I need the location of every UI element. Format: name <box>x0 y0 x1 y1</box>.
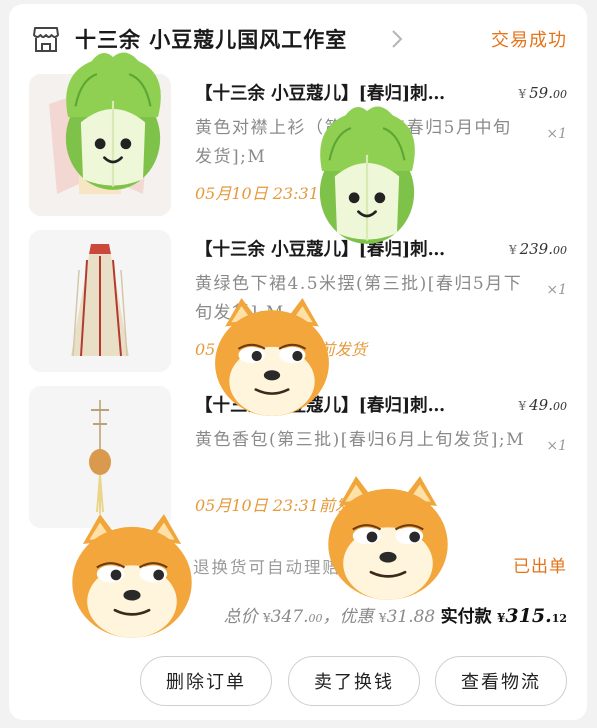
separator: ， <box>322 607 340 627</box>
discount-label: 优惠 <box>339 607 374 627</box>
product-price: ¥49.00 <box>519 396 568 414</box>
price-int: 59. <box>529 84 553 102</box>
price-int: 239. <box>519 240 553 258</box>
total-dec: 00 <box>308 612 323 625</box>
discount-currency: ¥ <box>378 611 387 625</box>
chevron-right-icon[interactable] <box>390 28 404 50</box>
cabbage-sticker <box>318 105 417 246</box>
product-image[interactable] <box>29 386 171 528</box>
paid-int: 315. <box>505 605 552 627</box>
currency-symbol: ¥ <box>508 243 517 257</box>
product-price: ¥59.00 <box>519 84 568 102</box>
doge-sticker <box>213 296 331 418</box>
total-currency: ¥ <box>263 611 271 625</box>
doge-sticker <box>70 512 194 640</box>
product-qty: ×1 <box>546 282 567 298</box>
price-dec: 00 <box>553 244 567 257</box>
doge-sticker <box>326 474 450 602</box>
paid-dec: 12 <box>551 612 567 625</box>
view-logistics-button[interactable]: 查看物流 <box>435 656 567 706</box>
currency-symbol: ¥ <box>518 87 527 101</box>
order-totals: 总价 ¥347.00，优惠 ¥31.88 实付款 ¥315.12 <box>224 602 567 627</box>
product-qty: ×1 <box>546 126 567 142</box>
resell-button[interactable]: 卖了换钱 <box>288 656 420 706</box>
delete-order-button[interactable]: 删除订单 <box>140 656 272 706</box>
price-int: 49. <box>529 396 553 414</box>
price-dec: 00 <box>553 88 567 101</box>
return-insurance-note[interactable]: 退换货可自动理赔 <box>193 554 341 578</box>
product-spec: 黄色香包(第三批)[春归6月上旬发货];M <box>195 430 525 450</box>
order-status: 交易成功 <box>491 30 567 51</box>
paid-label: 实付款 <box>440 607 492 627</box>
total-int: 347. <box>270 607 309 627</box>
discount-value: 31.88 <box>386 607 436 627</box>
total-label: 总价 <box>223 607 258 627</box>
cabbage-sticker <box>64 51 163 192</box>
product-image[interactable] <box>29 230 171 372</box>
price-dec: 00 <box>553 400 567 413</box>
product-qty: ×1 <box>546 438 567 454</box>
currency-symbol: ¥ <box>518 399 527 413</box>
shipped-status: 已出单 <box>513 557 567 577</box>
product-price: ¥239.00 <box>509 240 567 258</box>
